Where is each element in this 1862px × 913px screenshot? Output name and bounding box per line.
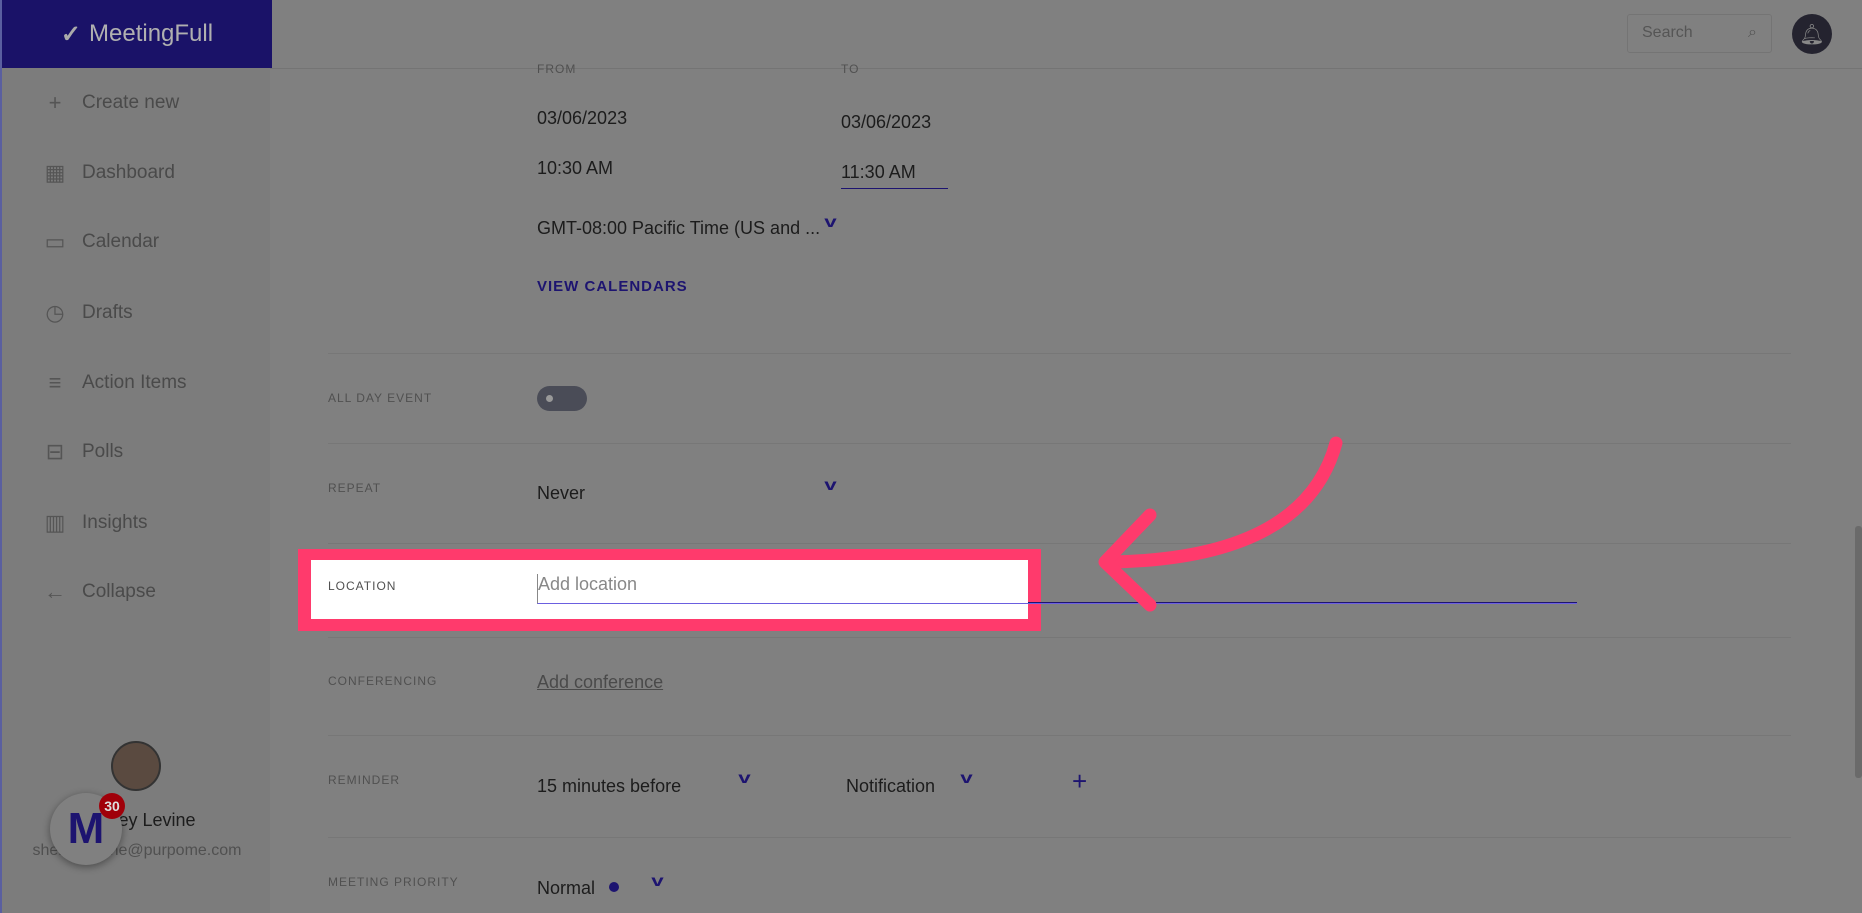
scrollbar-thumb[interactable] bbox=[1855, 526, 1862, 778]
annotation-arrow bbox=[1098, 436, 1343, 612]
